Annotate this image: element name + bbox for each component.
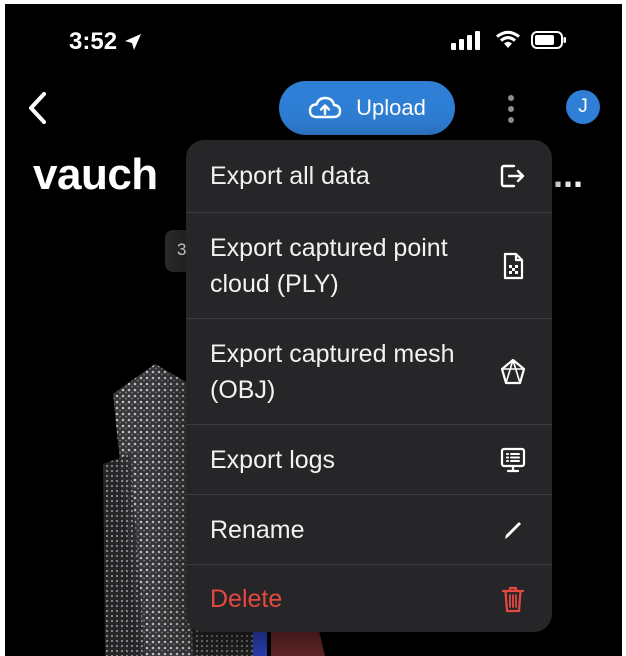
user-avatar[interactable]: J bbox=[566, 90, 600, 124]
vertical-ellipsis-icon bbox=[508, 95, 514, 123]
menu-item-export-all-data[interactable]: Export all data bbox=[186, 140, 552, 212]
menu-item-delete[interactable]: Delete bbox=[186, 564, 552, 632]
menu-item-label: Rename bbox=[210, 515, 305, 544]
logs-icon bbox=[498, 445, 528, 475]
export-icon bbox=[498, 161, 528, 191]
battery-icon bbox=[531, 31, 566, 49]
back-button[interactable] bbox=[24, 90, 52, 126]
page-title-ellipsis: ... bbox=[553, 154, 584, 195]
app-screen: 3:52 Upload J vauch ... 3 Export all dat… bbox=[5, 4, 622, 656]
file-icon bbox=[498, 251, 528, 281]
menu-item-export-mesh[interactable]: Export captured mesh (OBJ) bbox=[186, 318, 552, 424]
cloud-upload-icon bbox=[308, 96, 342, 119]
menu-item-export-point-cloud[interactable]: Export captured point cloud (PLY) bbox=[186, 212, 552, 318]
location-arrow-icon bbox=[125, 34, 142, 50]
upload-button[interactable]: Upload bbox=[279, 81, 455, 135]
menu-item-label: Export all data bbox=[210, 162, 370, 190]
context-menu: Export all data Export captured point cl… bbox=[186, 140, 552, 632]
menu-item-label: Delete bbox=[210, 584, 283, 613]
menu-item-label: Export captured mesh (OBJ) bbox=[210, 339, 455, 404]
more-options-button[interactable] bbox=[499, 92, 523, 126]
avatar-initial: J bbox=[578, 96, 588, 117]
upload-button-label: Upload bbox=[356, 95, 426, 120]
menu-item-label: Export logs bbox=[210, 445, 336, 474]
page-title: vauch bbox=[33, 150, 158, 199]
menu-item-rename[interactable]: Rename bbox=[186, 494, 552, 564]
menu-item-export-logs[interactable]: Export logs bbox=[186, 424, 552, 494]
mesh-icon bbox=[498, 357, 528, 387]
chevron-left-icon bbox=[29, 92, 46, 124]
cellular-signal-icon bbox=[451, 31, 480, 50]
menu-item-label: Export captured point cloud (PLY) bbox=[210, 233, 448, 298]
status-time: 3:52 bbox=[69, 28, 118, 55]
trash-icon bbox=[498, 584, 528, 614]
pencil-icon bbox=[498, 515, 528, 545]
status-time-group: 3:52 bbox=[69, 28, 143, 56]
wifi-icon bbox=[496, 30, 520, 48]
status-icons bbox=[451, 30, 567, 50]
